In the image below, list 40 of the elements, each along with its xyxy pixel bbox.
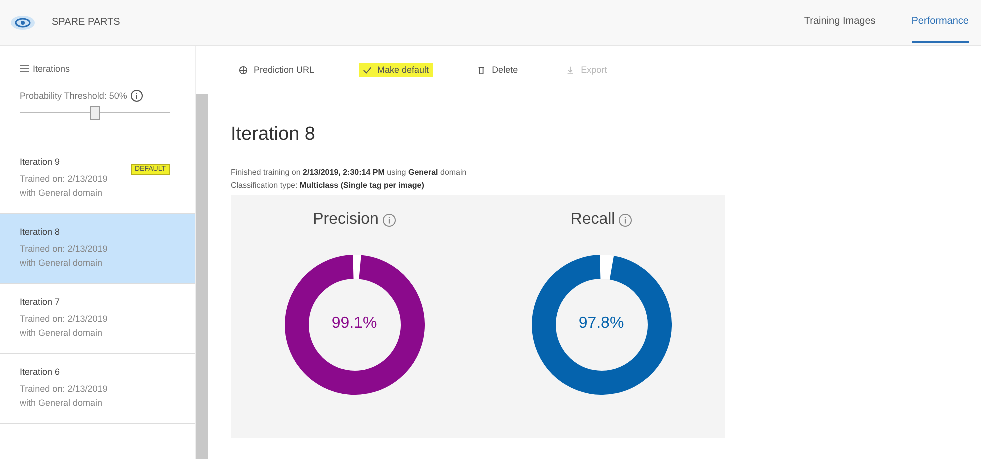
toolbar-button[interactable]: Prediction URL	[235, 63, 319, 77]
iteration-item[interactable]: Iteration 7 Trained on: 2/13/2019 with General domain	[0, 284, 195, 354]
info-icon[interactable]	[382, 214, 396, 226]
metric-value: 97.8%	[578, 315, 626, 333]
iteration-domain: with General domain	[20, 327, 104, 340]
toolbar-button[interactable]: Make default	[358, 63, 434, 77]
metric-value: 99.1%	[330, 315, 378, 333]
iteration-date: Trained on: 2/13/2019	[20, 173, 109, 186]
scrollbar[interactable]	[196, 94, 208, 459]
eye-logo-icon	[10, 14, 36, 30]
globe-icon	[239, 66, 248, 74]
iteration-title: Iteration 9	[20, 157, 62, 167]
iteration-domain: with General domain	[20, 257, 104, 270]
check-icon	[362, 66, 372, 74]
metric-title: Precision	[313, 211, 379, 229]
iteration-title: Iteration 7	[20, 297, 62, 307]
info-icon[interactable]	[619, 214, 632, 226]
iteration-title: Iteration 8	[20, 227, 62, 237]
iteration-item[interactable]: Iteration 6 Trained on: 2/13/2019 with General domain	[0, 354, 195, 424]
iteration-heading: Iteration 8	[231, 124, 316, 146]
project-title: SPARE PARTS	[52, 17, 120, 28]
list-icon	[20, 65, 29, 73]
classification-info: Classification type: Multiclass (Single tag per image)	[231, 180, 426, 192]
iteration-domain: with General domain	[20, 187, 104, 200]
iteration-title: Iteration 6	[20, 367, 62, 377]
toolbar-button[interactable]: Delete	[473, 63, 522, 77]
iteration-item[interactable]: Iteration 8 Trained on: 2/13/2019 with General domain	[0, 214, 195, 284]
nav-tab[interactable]: Performance	[912, 2, 969, 43]
iteration-domain: with General domain	[20, 397, 104, 410]
iteration-date: Trained on: 2/13/2019	[20, 243, 109, 256]
nav-tab[interactable]: Training Images	[804, 2, 876, 43]
iteration-date: Trained on: 2/13/2019	[20, 313, 109, 326]
iterations-heading: Iterations	[33, 64, 70, 74]
download-icon	[566, 66, 576, 74]
iteration-date: Trained on: 2/13/2019	[20, 383, 109, 396]
threshold-label: Probability Threshold: 50%	[20, 91, 128, 101]
training-info: Finished training on 2/13/2019, 2:30:14 PM using General domain	[231, 167, 468, 179]
info-icon[interactable]	[131, 90, 144, 102]
metric-title: Recall	[570, 211, 616, 229]
trash-icon	[477, 66, 486, 74]
